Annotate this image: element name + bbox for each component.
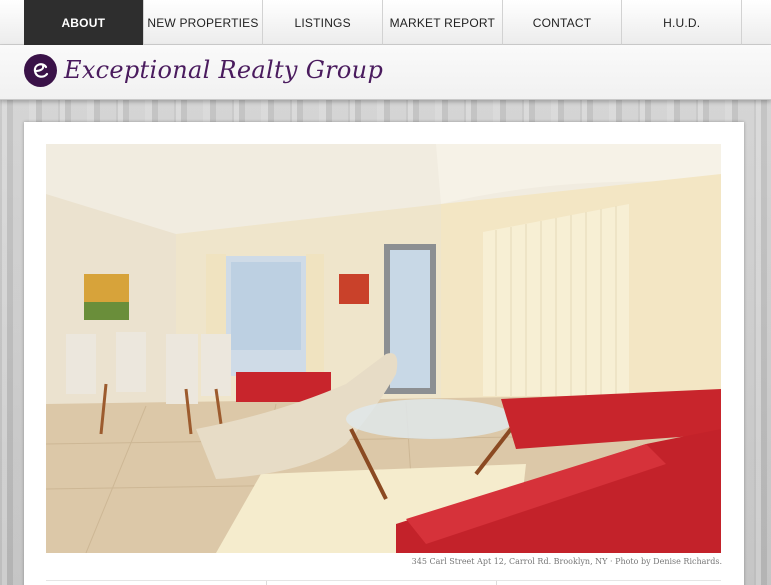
logo-icon[interactable] [24, 54, 57, 87]
brand-name[interactable]: Exceptional Realty Group [64, 56, 383, 84]
site-header: Exceptional Realty Group [0, 45, 771, 100]
listing-photo[interactable] [46, 144, 721, 553]
nav-new-properties[interactable]: NEW PROPERTIES [144, 0, 264, 45]
nav-about[interactable]: ABOUT [23, 0, 144, 45]
living-room-image [46, 144, 721, 553]
nav-hud[interactable]: H.U.D. [622, 0, 743, 45]
nav-contact[interactable]: CONTACT [503, 0, 623, 45]
nav-listings[interactable]: LISTINGS [263, 0, 383, 45]
photo-caption: 345 Carl Street Apt 12, Carrol Rd. Brook… [411, 557, 722, 566]
content-card: 345 Carl Street Apt 12, Carrol Rd. Brook… [24, 122, 744, 585]
card-footer-divider [46, 580, 721, 585]
divider-tick [496, 581, 497, 585]
nav-end [742, 0, 771, 45]
logo-e-glyph [33, 62, 48, 78]
nav-market-report[interactable]: MARKET REPORT [383, 0, 503, 45]
top-nav: ABOUT NEW PROPERTIES LISTINGS MARKET REP… [0, 0, 771, 45]
divider-tick [266, 581, 267, 585]
